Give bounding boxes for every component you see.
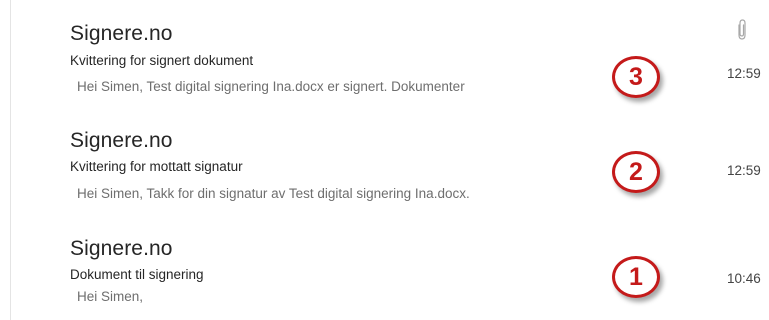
message-time: 10:46 (727, 271, 761, 286)
message-subject: Dokument til signering (70, 267, 204, 282)
message-time: 12:59 (727, 66, 761, 81)
annotation-number-badge: 3 (612, 56, 660, 98)
message-preview: Hei Simen, Takk for din signatur av Test… (77, 186, 470, 201)
message-preview: Hei Simen, (77, 289, 144, 304)
message-item[interactable]: Signere.no Kvittering for mottatt signat… (11, 114, 769, 224)
message-sender: Signere.no (70, 129, 173, 152)
annotation-number-badge: 1 (612, 256, 660, 298)
message-subject: Kvittering for signert dokument (70, 53, 254, 68)
message-preview: Hei Simen, Test digital signering Ina.do… (77, 79, 465, 94)
paperclip-icon (738, 19, 746, 40)
message-sender: Signere.no (70, 22, 173, 45)
message-item[interactable]: Signere.no Dokument til signering Hei Si… (11, 224, 769, 320)
message-item[interactable]: Signere.no Kvittering for signert dokume… (11, 0, 769, 114)
message-time: 12:59 (727, 163, 761, 178)
annotation-number-badge: 2 (612, 151, 660, 193)
message-sender: Signere.no (70, 237, 173, 260)
message-subject: Kvittering for mottatt signatur (70, 159, 243, 174)
message-list: Signere.no Kvittering for signert dokume… (0, 0, 769, 320)
